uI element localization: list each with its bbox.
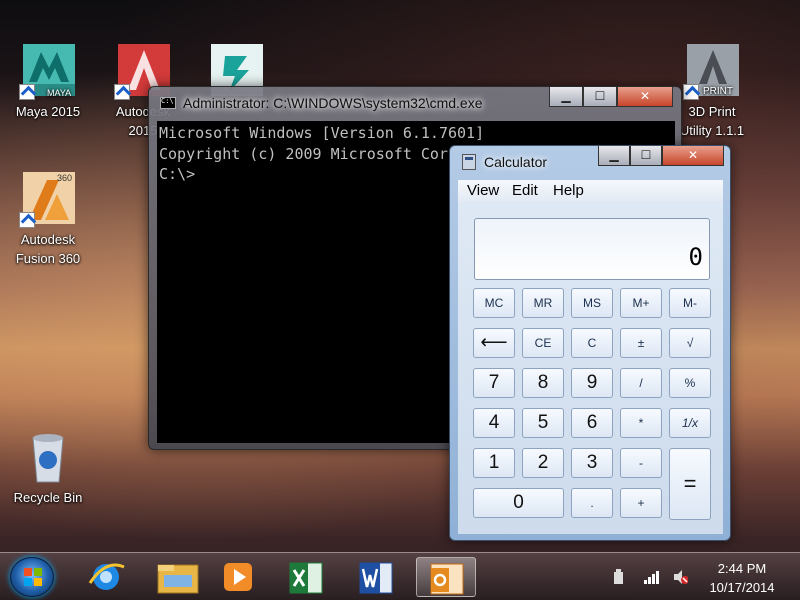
desktop-icon-fusion360[interactable]: 360 Autodesk Fusion 360 (8, 170, 88, 268)
digit-2-button[interactable]: 2 (522, 448, 564, 478)
multiply-button[interactable]: * (620, 408, 662, 438)
digit-0-button[interactable]: 0 (473, 488, 564, 518)
taskbar-media-player[interactable] (208, 557, 268, 597)
close-button[interactable]: ✕ (617, 87, 673, 107)
digit-9-button[interactable]: 9 (571, 368, 613, 398)
system-clock[interactable]: 2:44 PM 10/17/2014 (690, 559, 794, 597)
word-icon (359, 562, 393, 594)
fusion-badge: 360 (57, 173, 73, 183)
cmd-app-icon (160, 97, 176, 109)
menu-view[interactable]: View (467, 182, 499, 199)
taskbar: 2:44 PM 10/17/2014 (0, 552, 800, 600)
ms-button[interactable]: MS (571, 288, 613, 318)
desktop-icon-label: Recycle Bin (13, 490, 83, 505)
recycle-bin-icon (19, 428, 77, 486)
desktop-icon-3d-print-utility[interactable]: PRINT 3D Print Utility 1.1.1 (672, 42, 752, 140)
internet-explorer-icon (88, 563, 125, 590)
3d-print-icon: PRINT (683, 42, 741, 100)
fusion360-icon: 360 (19, 170, 77, 228)
digit-7-button[interactable]: 7 (473, 368, 515, 398)
minimize-button[interactable]: ▁ (549, 87, 583, 107)
clock-time: 2:44 PM (717, 561, 767, 576)
equals-button[interactable]: = (669, 448, 711, 520)
m-minus-button[interactable]: M- (669, 288, 711, 318)
mr-button[interactable]: MR (522, 288, 564, 318)
desktop-icon-recycle-bin[interactable]: Recycle Bin (8, 428, 88, 507)
minimize-button[interactable]: ▁ (598, 146, 630, 166)
shortcut-arrow-icon (114, 84, 130, 100)
menu-help[interactable]: Help (553, 182, 584, 199)
desktop-icon-maya[interactable]: MAYA Maya 2015 (8, 42, 88, 121)
power-icon[interactable] (611, 569, 627, 585)
maximize-button[interactable]: ☐ (583, 87, 617, 107)
maya-badge: MAYA (47, 88, 72, 98)
windows-logo-icon (24, 568, 42, 586)
digit-5-button[interactable]: 5 (522, 408, 564, 438)
shortcut-arrow-icon (19, 212, 35, 228)
digit-3-button[interactable]: 3 (571, 448, 613, 478)
m-plus-button[interactable]: M+ (620, 288, 662, 318)
taskbar-outlook[interactable] (416, 557, 476, 597)
clear-entry-button[interactable]: CE (522, 328, 564, 358)
console-line: Microsoft Windows [Version 6.1.7601] (159, 124, 485, 142)
decimal-button[interactable]: . (571, 488, 613, 518)
reciprocal-button[interactable]: 1/x (669, 408, 711, 438)
outlook-icon (430, 563, 464, 595)
menu-edit[interactable]: Edit (512, 182, 538, 199)
calculator-window[interactable]: Calculator ▁ ☐ ✕ View Edit Help 0 MC MR … (449, 145, 731, 541)
network-signal-icon[interactable] (643, 569, 659, 585)
minus-button[interactable]: - (620, 448, 662, 478)
desktop-icon-label: Autodesk Fusion 360 (15, 232, 81, 266)
calculator-display: 0 (474, 218, 710, 280)
file-explorer-icon (157, 564, 199, 594)
divide-button[interactable]: / (620, 368, 662, 398)
display-value: 0 (688, 243, 703, 271)
maximize-button[interactable]: ☐ (630, 146, 662, 166)
desktop-icon-label: 3D Print Utility 1.1.1 (679, 104, 745, 138)
percent-button[interactable]: % (669, 368, 711, 398)
calculator-body: 0 MC MR MS M+ M- ⟵ CE C ± √ 7 8 9 / % 4 … (458, 202, 723, 534)
media-player-icon (224, 563, 252, 591)
close-button[interactable]: ✕ (662, 146, 724, 166)
shortcut-arrow-icon (19, 84, 35, 100)
window-title: Calculator (484, 154, 548, 170)
menu-bar: View Edit Help (458, 180, 723, 202)
digit-8-button[interactable]: 8 (522, 368, 564, 398)
taskbar-word[interactable] (346, 557, 406, 597)
taskbar-file-explorer[interactable] (148, 557, 208, 597)
taskbar-internet-explorer[interactable] (76, 557, 136, 597)
backspace-button[interactable]: ⟵ (473, 328, 515, 358)
excel-icon (289, 562, 323, 594)
maya-icon: MAYA (19, 42, 77, 100)
volume-muted-icon[interactable] (672, 569, 688, 585)
digit-4-button[interactable]: 4 (473, 408, 515, 438)
plus-minus-button[interactable]: ± (620, 328, 662, 358)
calculator-app-icon (462, 154, 476, 170)
digit-1-button[interactable]: 1 (473, 448, 515, 478)
desktop-icon-label: Maya 2015 (15, 104, 81, 119)
clear-button[interactable]: C (571, 328, 613, 358)
digit-6-button[interactable]: 6 (571, 408, 613, 438)
plus-button[interactable]: + (620, 488, 662, 518)
taskbar-excel[interactable] (276, 557, 336, 597)
print-badge: PRINT (703, 86, 733, 97)
mc-button[interactable]: MC (473, 288, 515, 318)
window-title: Administrator: C:\WINDOWS\system32\cmd.e… (183, 95, 483, 111)
clock-date: 10/17/2014 (709, 580, 775, 595)
shortcut-arrow-icon (683, 84, 699, 100)
sqrt-button[interactable]: √ (669, 328, 711, 358)
start-button[interactable] (10, 557, 54, 597)
